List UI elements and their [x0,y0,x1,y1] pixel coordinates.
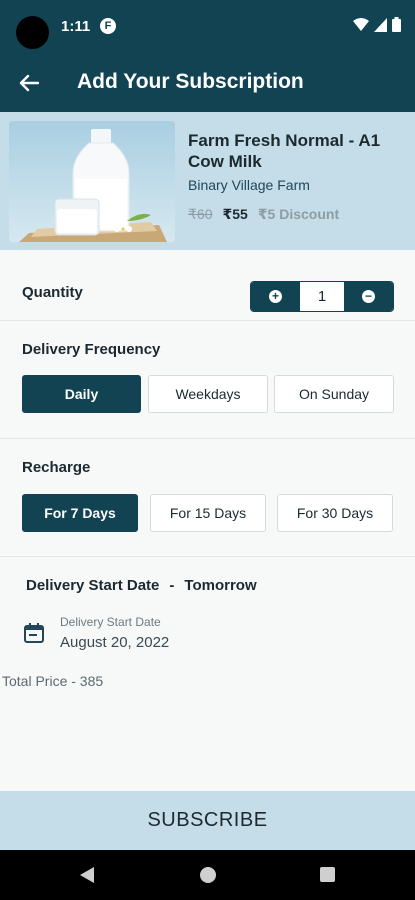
quantity-value: 1 [300,282,344,311]
notification-icon: F [100,18,116,34]
divider [0,438,415,439]
divider [0,556,415,557]
arrow-left-icon [19,74,39,92]
nav-recents-icon[interactable] [320,867,335,882]
nav-back-icon[interactable] [79,866,95,884]
increase-button[interactable]: + [251,282,300,311]
wifi-icon [353,17,369,31]
system-icons [353,17,401,32]
page-title: Add Your Subscription [77,70,304,93]
total-price: Total Price - 385 [2,673,104,689]
frequency-label: Delivery Frequency [22,341,161,358]
original-price: ₹60 [188,206,213,222]
signal-icon [374,17,387,32]
minus-icon: − [362,290,375,303]
nav-home-icon[interactable] [200,867,216,883]
battery-icon [392,17,401,32]
start-date-value[interactable]: August 20, 2022 [60,634,169,651]
subscribe-button[interactable]: SUBSCRIBE [0,791,415,850]
plus-icon: + [269,290,282,303]
recharge-label: Recharge [22,459,91,476]
decrease-button[interactable]: − [344,282,393,311]
start-date-heading-label: Delivery Start Date [26,577,160,594]
recharge-7-days-button[interactable]: For 7 Days [22,494,138,532]
quantity-stepper: + 1 − [250,281,394,312]
app-bar: Add Your Subscription [0,52,415,112]
start-date-caption: Delivery Start Date [60,615,161,629]
recharge-30-days-button[interactable]: For 30 Days [277,494,393,532]
product-image [9,121,175,242]
farm-name: Binary Village Farm [188,177,310,193]
status-time: 1:11 [61,18,91,35]
frequency-weekdays-button[interactable]: Weekdays [148,375,268,413]
frequency-sunday-button[interactable]: On Sunday [274,375,394,413]
start-date-heading: Delivery Start Date - Tomorrow [26,577,257,594]
product-name: Farm Fresh Normal - A1 Cow Milk [188,131,381,171]
recharge-15-days-button[interactable]: For 15 Days [150,494,266,532]
status-bar: 1:11 F [0,0,415,52]
price-row: ₹60 ₹55 ₹5 Discount [188,206,339,223]
divider [0,320,415,321]
discount-label: ₹5 Discount [257,206,340,222]
start-date-separator: - [169,577,175,594]
camera-cutout [16,16,49,49]
current-price: ₹55 [222,206,248,222]
back-button[interactable] [14,68,44,98]
start-date-heading-value: Tomorrow [184,577,257,594]
calendar-icon[interactable] [23,622,45,644]
frequency-daily-button[interactable]: Daily [22,375,141,413]
quantity-label: Quantity [22,284,83,301]
